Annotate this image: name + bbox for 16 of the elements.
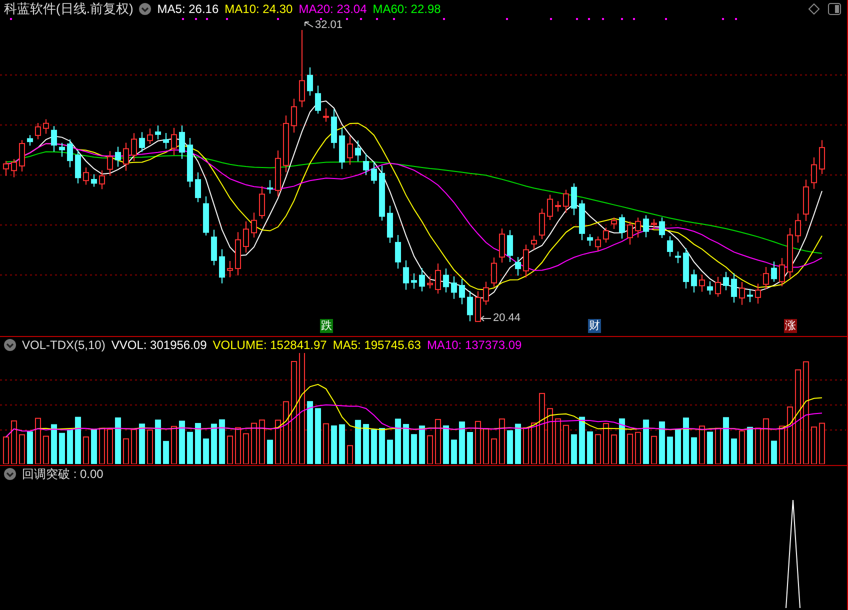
indicator-value: MA60: 22.98 bbox=[372, 2, 441, 16]
indicator-value: VVOL: 301956.09 bbox=[111, 338, 207, 352]
event-marker[interactable]: 跌 bbox=[320, 319, 333, 333]
indicator-value: 回调突破 : 0.00 bbox=[22, 466, 104, 482]
indicator-value: VOLUME: 152841.97 bbox=[212, 338, 327, 352]
low-price-label: 20.44 bbox=[493, 312, 521, 324]
indicator-title: VOL-TDX(5,10) bbox=[22, 338, 106, 352]
indicator-value: MA10: 24.30 bbox=[224, 2, 293, 16]
chart-title: 科蓝软件(日线.前复权) bbox=[4, 0, 134, 18]
indicator-value: MA5: 195745.63 bbox=[332, 338, 421, 352]
indicator-value: MA10: 137373.09 bbox=[426, 338, 522, 352]
indicator-value: MA5: 26.16 bbox=[157, 2, 219, 16]
event-marker[interactable]: 涨 bbox=[784, 319, 797, 333]
indicator-value: MA20: 23.04 bbox=[298, 2, 367, 16]
event-marker[interactable]: 财 bbox=[588, 319, 601, 333]
high-price-label: 32.01 bbox=[315, 19, 343, 31]
